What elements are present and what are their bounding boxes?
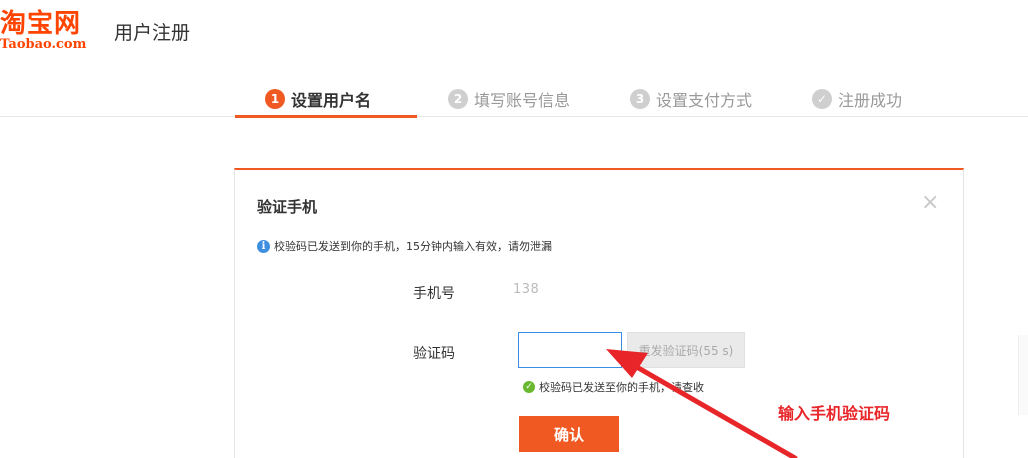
step-fill-account-info: 2 填写账号信息 bbox=[448, 81, 570, 117]
success-check-icon: ✓ bbox=[523, 381, 535, 393]
taobao-logo[interactable]: 淘宝网 Taobao.com bbox=[0, 10, 86, 51]
info-text: 校验码已发送到你的手机，15分钟内输入有效，请勿泄漏 bbox=[274, 240, 552, 253]
phone-redaction-mask bbox=[538, 274, 594, 304]
step-label: 填写账号信息 bbox=[474, 91, 571, 110]
step-number-1: 1 bbox=[265, 89, 285, 109]
code-sent-notice: ✓ 校验码已发送至你的手机，请查收 bbox=[523, 379, 704, 395]
code-sent-text: 校验码已发送至你的手机，请查收 bbox=[539, 381, 704, 394]
confirm-button[interactable]: 确认 bbox=[519, 416, 619, 452]
code-label: 验证码 bbox=[413, 346, 455, 362]
step-label: 设置用户名 bbox=[291, 91, 372, 110]
side-panel-edge bbox=[1018, 335, 1028, 415]
close-icon[interactable]: × bbox=[921, 192, 939, 214]
step-number-2: 2 bbox=[448, 89, 468, 109]
dialog-title: 验证手机 bbox=[257, 198, 318, 216]
page-title: 用户注册 bbox=[114, 22, 191, 44]
phone-label: 手机号 bbox=[413, 286, 455, 302]
info-message: i 校验码已发送到你的手机，15分钟内输入有效，请勿泄漏 bbox=[257, 238, 552, 254]
info-icon: i bbox=[257, 239, 270, 253]
step-registration-success: ✓ 注册成功 bbox=[812, 81, 902, 117]
logo-english-text: Taobao.com bbox=[0, 37, 87, 52]
active-step-underline bbox=[235, 115, 417, 118]
annotation-text: 输入手机验证码 bbox=[778, 404, 891, 423]
registration-page: 淘宝网 Taobao.com 用户注册 1 设置用户名 2 填写账号信息 3 设… bbox=[0, 0, 1028, 458]
logo-chinese-text: 淘宝网 bbox=[0, 9, 82, 39]
step-number-3: 3 bbox=[630, 89, 650, 109]
check-icon: ✓ bbox=[812, 89, 832, 109]
verification-code-input[interactable] bbox=[518, 332, 622, 368]
step-label: 注册成功 bbox=[838, 91, 903, 110]
step-set-username: 1 设置用户名 bbox=[265, 81, 371, 117]
step-label: 设置支付方式 bbox=[656, 91, 753, 110]
step-set-payment: 3 设置支付方式 bbox=[630, 81, 752, 117]
resend-code-button[interactable]: 重发验证码(55 s) bbox=[627, 332, 745, 368]
